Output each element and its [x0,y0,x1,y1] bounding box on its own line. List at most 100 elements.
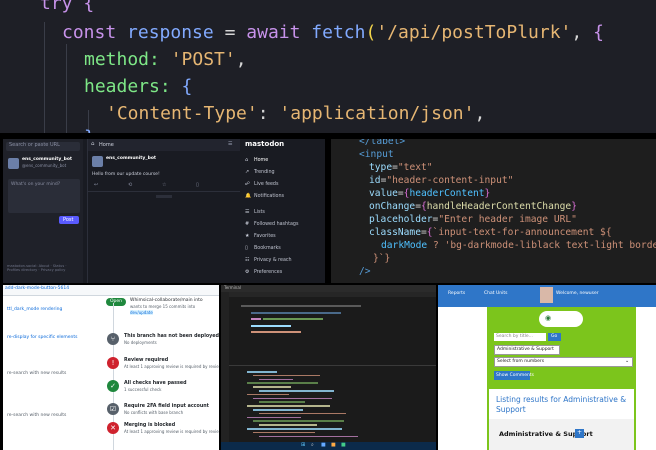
commit-line[interactable]: re-display for specific elements [7,335,78,340]
branch-bar: add-dark-mode-button-5614 [3,285,219,296]
search-input[interactable]: Search by title... [494,333,546,341]
window-title: Terminal [224,285,241,290]
nav-item-label: Lists [254,209,265,215]
divider [88,191,240,192]
terminal-line [253,374,320,377]
app-icon[interactable]: ■ [331,442,336,448]
avatar[interactable] [540,287,553,303]
nav-column: mastodon ⌂ Home ↗ Trending ☍ Live feeds 🔔 Notif… [241,139,325,283]
code-token: response [127,22,214,43]
code-token: `input-text-for-announcement ${ [432,227,612,238]
lists-icon: ☰ [245,209,250,215]
jsx-line-9: }`} [373,252,390,265]
editor-line [263,318,323,320]
pr-title: Whimsical-collaborate/main into [130,298,203,303]
nav-item[interactable]: # Followed hashtags [245,221,323,230]
nav-item-label: Notifications [254,193,285,199]
open-badge: Open [106,298,126,306]
terminal-line [253,397,332,400]
nav-item-label: Privacy & reach [254,257,292,263]
code-token: '/api/postToPlurk' [376,22,572,43]
check-subtitle: At least 1 approving review is required … [124,429,219,434]
number-select[interactable]: Select from numbers ⌄ [494,357,633,367]
nav-item[interactable]: ⚙ Preferences [245,269,323,278]
commit-line: re-search with new results [7,371,67,376]
nav-item[interactable]: ☰ Lists [245,209,323,218]
terminal-line [259,378,293,381]
search-placeholder: Search by title... [496,334,533,339]
avatar[interactable] [8,158,19,169]
site-logo[interactable]: ◉ [539,311,583,327]
post-text: Hello from our update course! [92,172,160,177]
nav-item[interactable]: ★ Favorites [245,233,323,242]
code-token: try { [40,0,95,14]
nav-item[interactable]: 🔔 Notifications [245,193,323,202]
show-comments-label: Show Comments [496,372,534,378]
app-icon[interactable]: ■ [341,442,346,448]
code-token: }`} [373,253,391,264]
expand-button[interactable]: + [575,429,584,438]
commit-line: re-search with new results [7,413,67,418]
terminal-line [259,424,317,426]
post-avatar[interactable] [92,156,103,167]
search-input[interactable]: Search or paste URL [6,142,80,151]
jsx-line-6: placeholder="Enter header image URL" [369,214,577,225]
code-token: handleHeaderContentChange [426,201,572,212]
jsx-line-3: id="header-content-input" [369,175,514,186]
bookmark-icon[interactable]: ▯ [196,182,199,188]
terminal-line [247,416,301,419]
windows-icon[interactable]: ⊞ [301,442,305,448]
app-icon[interactable]: ■ [321,442,326,448]
code-token: className [369,227,421,238]
post-button[interactable]: Post [59,216,79,224]
compose-textarea[interactable]: What's on your mind? [8,179,80,213]
nav-item[interactable]: ☍ Live feeds [245,181,323,190]
nav-item[interactable]: ☷ Privacy & reach [245,257,323,266]
terminal-line [259,435,358,438]
code-token: onChange [369,201,416,212]
go-button[interactable]: Go [548,333,561,341]
jsx-line-4: value={headerContent} [369,188,491,199]
show-comments-button[interactable]: Show Comments [494,371,534,380]
code-token: 'Content-Type' [106,103,258,124]
github-pull-request: add-dark-mode-button-5614 Open Whimsical… [3,285,219,450]
code-token: id [369,175,381,186]
terminal-line [253,420,344,422]
post-button-label: Post [63,216,74,223]
search-icon[interactable]: ⌕ [311,442,314,448]
code-token: const [62,22,117,43]
settings-icon[interactable]: ☰ [228,141,232,147]
code-token: = [224,22,236,43]
category-select[interactable]: Administrative & Support [494,345,560,355]
check-title: Require 2FA field input account [124,404,209,409]
mastodon-logo[interactable]: mastodon [245,140,284,148]
indent-guide [44,22,45,133]
nav-item[interactable]: ↗ Trending [245,169,323,178]
target-branch[interactable]: dev/update [130,310,153,315]
title-bar: Terminal [221,285,436,292]
preferences-icon: ⚙ [245,269,250,275]
nav-item[interactable]: ▯ Bookmarks [245,245,323,254]
code-token: placeholder [369,214,433,225]
code-line-0: try { [40,0,94,15]
home-icon: ⌂ [91,141,95,147]
boost-icon[interactable]: ⟲ [128,182,132,188]
code-line-2: method: 'POST', [84,49,247,70]
code-token: </label> [359,139,406,147]
jsx-line-1: <input [359,148,394,161]
check-subtitle: No conflicts with base branch [124,410,184,415]
check-title: This branch has not been deployed [124,334,219,339]
check-title: All checks have passed [124,381,187,386]
notifications-icon: 🔔 [245,193,252,199]
favorite-icon[interactable]: ☆ [162,182,166,188]
branch-name[interactable]: add-dark-mode-button-5614 [5,286,69,291]
commit-line[interactable]: ttl_dark_mode rendering [7,307,62,312]
check-status-icon: ✕ [107,422,119,434]
reply-icon[interactable]: ↩ [94,182,98,188]
editor-line [251,318,261,320]
nav-link-welcome[interactable]: Welcome, newuser [556,291,599,296]
post-author[interactable]: ens_community_bot [106,156,156,161]
nav-link-chat[interactable]: Chat Units [484,291,507,296]
nav-link-reports[interactable]: Reports [448,291,465,296]
nav-item[interactable]: ⌂ Home [245,157,323,166]
